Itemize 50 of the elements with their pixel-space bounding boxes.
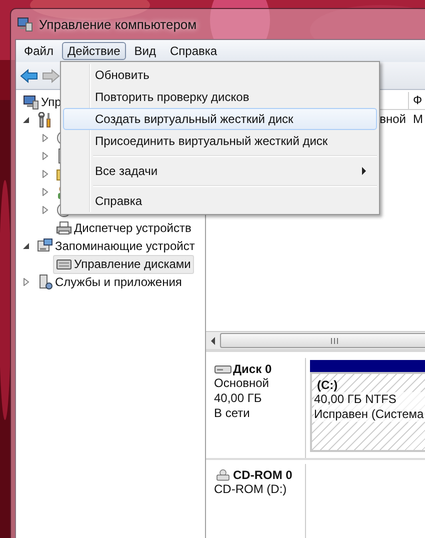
- menu-item[interactable]: Повторить проверку дисков: [63, 86, 377, 108]
- menu-item[interactable]: Вид: [128, 42, 162, 60]
- tree-item[interactable]: Управление дисками: [53, 254, 194, 274]
- tools-icon: [37, 112, 53, 128]
- storage-icon: [37, 238, 53, 254]
- disk-info: CD-ROM (D:): [214, 482, 288, 497]
- tree-item[interactable]: Запоминающие устройст: [34, 236, 198, 256]
- disk-info: В сети: [214, 406, 251, 421]
- menu-item[interactable]: Создать виртуальный жесткий диск: [63, 108, 377, 130]
- horizontal-scrollbar[interactable]: [206, 331, 425, 349]
- disk-name: Диск 0: [233, 362, 272, 376]
- partition-info: 40,00 ГБ NTFS: [314, 392, 425, 407]
- menu-item[interactable]: Присоединить виртуальный жесткий диск: [63, 130, 377, 152]
- disk-info: 40,00 ГБ: [214, 391, 263, 406]
- expand-arrow-icon[interactable]: [41, 134, 49, 142]
- expand-arrow-icon[interactable]: [22, 278, 30, 286]
- expand-arrow-icon[interactable]: [41, 206, 49, 214]
- expand-arrow-icon[interactable]: [41, 188, 49, 196]
- computer-management-icon: [17, 16, 33, 32]
- window-title: Управление компьютером: [39, 16, 197, 32]
- menu-item[interactable]: Файл: [18, 42, 60, 60]
- disk-name: CD-ROM 0: [233, 468, 292, 482]
- partition-block[interactable]: (C:) 40,00 ГБ NTFS Исправен (Система: [310, 372, 425, 452]
- services-icon: [37, 274, 53, 290]
- table-cell-text: М: [412, 112, 423, 126]
- menu-item[interactable]: Справка: [63, 190, 377, 212]
- disk-info: Основной: [214, 376, 270, 391]
- back-arrow-icon[interactable]: [20, 68, 38, 82]
- partition-info: Исправен (Система: [314, 407, 425, 422]
- tree-item[interactable]: Упр: [20, 92, 64, 112]
- table-cell-text: вной: [380, 112, 407, 126]
- menu-item[interactable]: Справка: [164, 42, 224, 60]
- menu-item[interactable]: Все задачи: [63, 160, 377, 182]
- tree-item[interactable]: Диспетчер устройств: [53, 218, 194, 238]
- menu-item[interactable]: Обновить: [63, 64, 377, 86]
- disk-label-panel[interactable]: Диск 0 Основной 40,00 ГБ В сети: [206, 358, 306, 458]
- tree-item[interactable]: Службы и приложения: [34, 272, 185, 292]
- computer-icon: [23, 94, 39, 110]
- collapse-arrow-icon[interactable]: [22, 242, 30, 250]
- disk-label-panel[interactable]: CD-ROM 0 CD-ROM (D:): [206, 464, 306, 538]
- expand-arrow-icon[interactable]: [41, 152, 49, 160]
- printer-icon: [56, 220, 72, 236]
- collapse-arrow-icon[interactable]: [22, 116, 30, 124]
- expand-arrow-icon[interactable]: [41, 170, 49, 178]
- partition-label: (C:): [316, 378, 339, 392]
- cd-drive-icon: [214, 469, 232, 481]
- scroll-left-arrow-icon[interactable]: [210, 336, 216, 344]
- column-header[interactable]: Ф: [409, 92, 425, 109]
- submenu-arrow-icon: [362, 167, 366, 175]
- menu-item[interactable]: Действие: [62, 42, 126, 60]
